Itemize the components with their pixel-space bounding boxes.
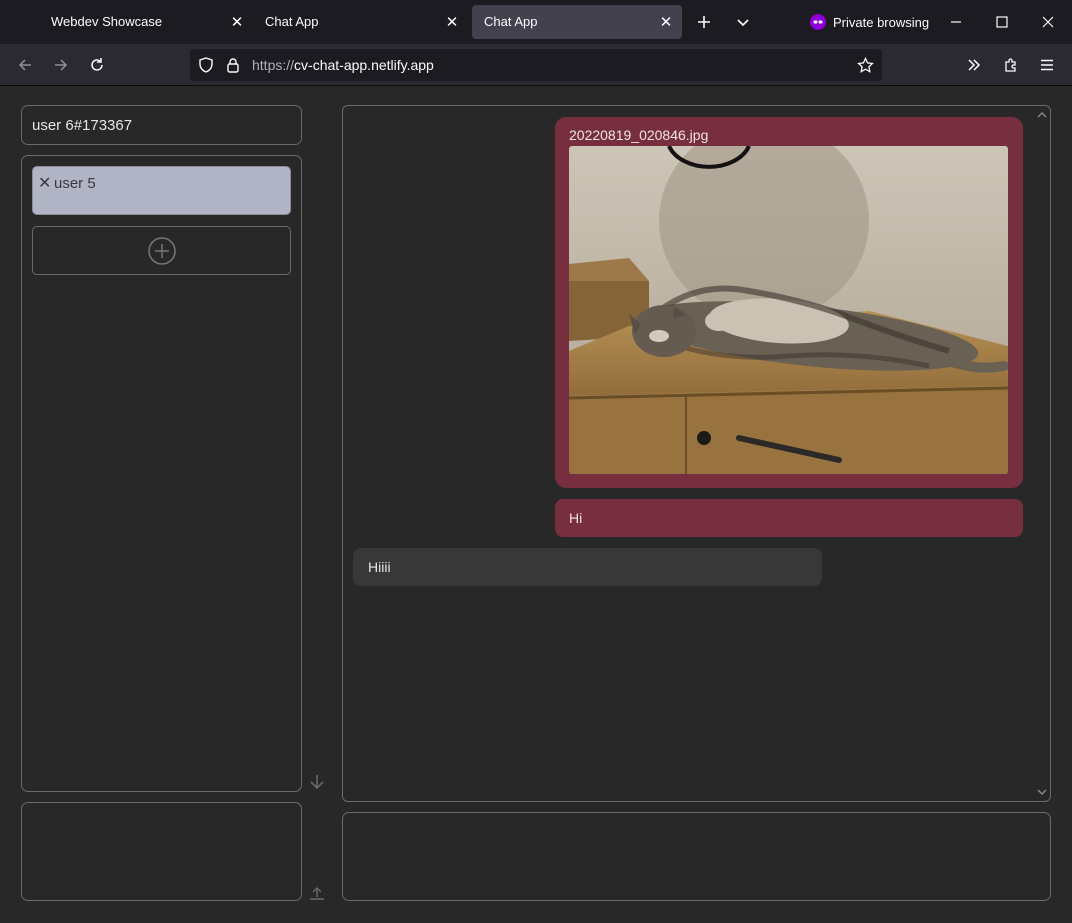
url-scheme: https:// — [252, 57, 295, 73]
scroll-down-arrow-icon[interactable] — [308, 773, 326, 791]
message-area[interactable]: 20220819_020846.jpg Hi Hiiii — [342, 105, 1051, 802]
menu-hamburger-icon[interactable] — [1033, 51, 1061, 79]
upload-icon[interactable] — [308, 885, 326, 901]
private-mask-icon — [810, 14, 826, 30]
new-tab-button[interactable] — [690, 8, 718, 36]
tab-chat-app[interactable]: Chat App ✕ — [253, 5, 468, 39]
private-browsing-label: Private browsing — [833, 14, 930, 30]
overflow-chevron-button[interactable] — [960, 51, 988, 79]
cat-photo[interactable] — [569, 146, 1008, 474]
tab-title: Chat App — [484, 14, 538, 29]
current-username: user 6#173367 — [32, 117, 133, 134]
scrollbar[interactable] — [1034, 106, 1050, 801]
private-browsing-indicator: Private browsing — [810, 12, 929, 32]
message-compose-box[interactable] — [342, 812, 1051, 901]
address-bar[interactable]: https://cv-chat-app.netlify.app — [190, 49, 882, 81]
reload-button[interactable] — [83, 51, 111, 79]
scroll-down-icon[interactable] — [1037, 787, 1047, 797]
tab-webdev-showcase[interactable]: Webdev Showcase ✕ — [39, 5, 253, 39]
current-user-field: user 6#173367 — [21, 105, 302, 145]
contact-item-user-5[interactable]: ✕ user 5 — [32, 166, 291, 215]
url-text[interactable]: https://cv-chat-app.netlify.app — [252, 57, 434, 73]
image-filename: 20220819_020846.jpg — [569, 127, 709, 143]
extensions-icon[interactable] — [997, 51, 1025, 79]
message-text: Hi — [569, 510, 583, 526]
bookmark-star-icon[interactable] — [856, 56, 874, 74]
chat-app: user 6#173367 ✕ user 5 20220819_020846.j… — [0, 86, 1072, 923]
add-contact-button[interactable] — [32, 226, 291, 275]
outgoing-message[interactable]: Hi — [555, 499, 1023, 537]
minimize-button[interactable] — [942, 8, 970, 36]
lock-icon[interactable] — [224, 56, 242, 74]
forward-button[interactable] — [47, 51, 75, 79]
close-tab-icon[interactable]: ✕ — [229, 14, 245, 31]
contacts-list: ✕ user 5 — [21, 155, 302, 792]
back-button[interactable] — [11, 51, 39, 79]
outgoing-image-message[interactable]: 20220819_020846.jpg — [555, 117, 1023, 488]
close-tab-icon[interactable]: ✕ — [658, 14, 674, 31]
url-host: cv-chat-app.netlify.app — [294, 57, 434, 73]
tab-title: Chat App — [265, 14, 319, 29]
tab-strip: Webdev Showcase ✕ Chat App ✕ Chat App ✕ … — [0, 0, 1072, 44]
incoming-message[interactable]: Hiiii — [353, 548, 822, 586]
tab-title: Webdev Showcase — [51, 14, 163, 29]
close-window-button[interactable] — [1034, 8, 1062, 36]
plus-circle-icon — [148, 237, 176, 265]
maximize-button[interactable] — [988, 8, 1016, 36]
tab-chat-app-active[interactable]: Chat App ✕ — [472, 5, 682, 39]
left-bottom-panel — [21, 802, 302, 901]
close-tab-icon[interactable]: ✕ — [444, 14, 460, 31]
scroll-up-icon[interactable] — [1037, 110, 1047, 120]
close-icon[interactable]: ✕ — [38, 173, 51, 193]
message-text: Hiiii — [368, 559, 391, 575]
list-all-tabs-button[interactable] — [729, 8, 757, 36]
shield-icon[interactable] — [197, 56, 215, 74]
navigation-toolbar: https://cv-chat-app.netlify.app — [0, 44, 1072, 86]
contact-name: user 5 — [54, 175, 96, 192]
